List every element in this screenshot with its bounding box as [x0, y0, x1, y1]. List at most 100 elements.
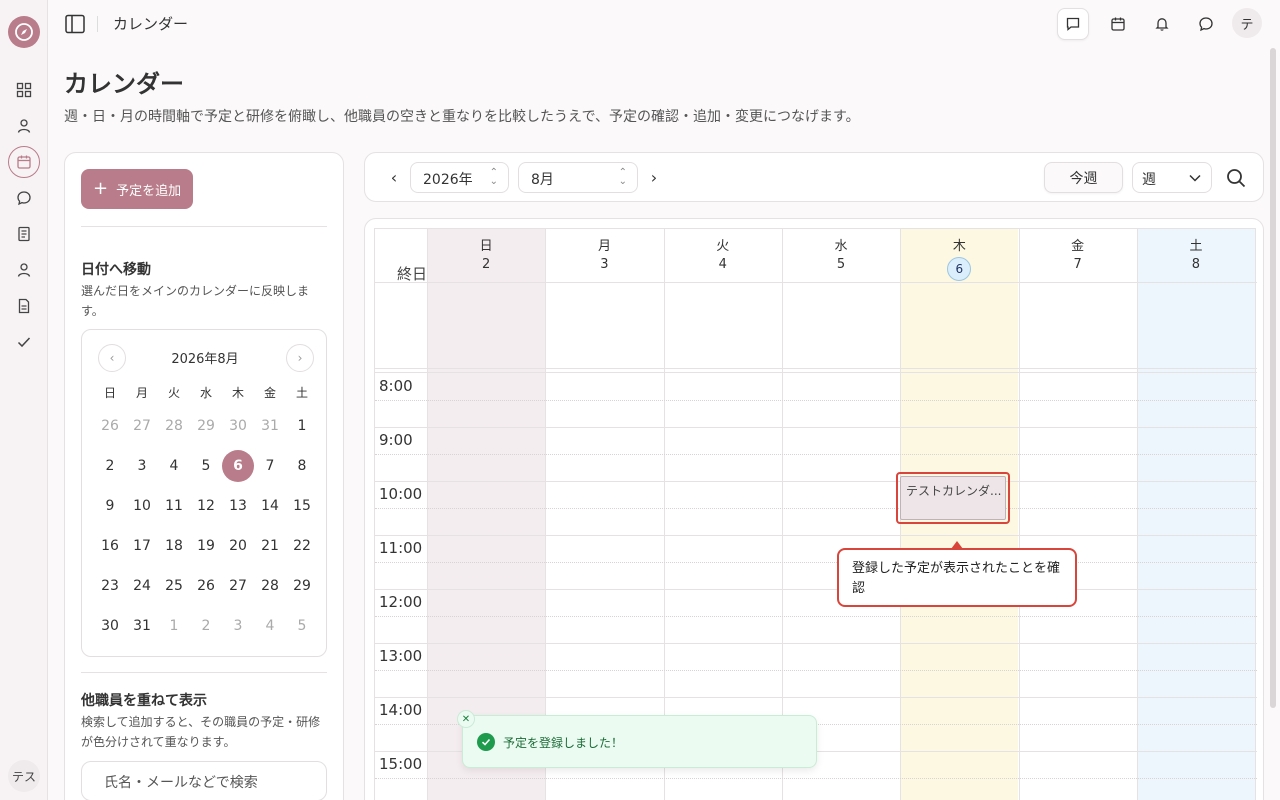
staff-search-input[interactable]: 氏名・メールなどで検索 [81, 761, 327, 800]
mini-calendar-day[interactable]: 2 [190, 606, 222, 646]
mini-calendar-day[interactable]: 5 [190, 446, 222, 486]
sidebar-toggle-icon[interactable] [64, 13, 86, 35]
weekday-header: 土 [295, 385, 308, 400]
mini-calendar-day[interactable]: 4 [158, 446, 190, 486]
account-avatar[interactable]: テ [1232, 8, 1262, 38]
mini-calendar-day[interactable]: 20 [222, 526, 254, 566]
mini-calendar-day[interactable]: 30 [94, 606, 126, 646]
mini-calendar-day[interactable]: 17 [126, 526, 158, 566]
user-avatar[interactable]: テス [8, 760, 40, 792]
mini-calendar-day[interactable]: 15 [286, 486, 318, 526]
user-icon[interactable] [12, 114, 36, 138]
mini-calendar-day[interactable]: 8 [286, 446, 318, 486]
next-month-button[interactable]: › [286, 344, 314, 372]
side-panel: + 予定を追加 日付へ移動 選んだ日をメインのカレンダーに反映します。 ‹ 20… [64, 152, 344, 800]
mini-calendar-day[interactable]: 18 [158, 526, 190, 566]
mini-calendar-day[interactable]: 26 [190, 566, 222, 606]
mini-calendar-day[interactable]: 28 [254, 566, 286, 606]
add-event-button[interactable]: + 予定を追加 [81, 169, 193, 209]
day-header[interactable]: 木6 [900, 229, 1018, 283]
time-label: 14:00 [379, 701, 423, 719]
mini-calendar-day[interactable]: 22 [286, 526, 318, 566]
toast-close-button[interactable]: ✕ [457, 710, 475, 728]
mini-calendar-day[interactable]: 31 [126, 606, 158, 646]
mini-calendar-day[interactable]: 1 [158, 606, 190, 646]
mini-calendar-day[interactable]: 11 [158, 486, 190, 526]
day-number: 11 [165, 498, 183, 514]
mini-calendar-day[interactable]: 23 [94, 566, 126, 606]
grid-line [375, 368, 1257, 369]
mini-calendar-day[interactable]: 25 [158, 566, 190, 606]
this-week-button[interactable]: 今週 [1044, 162, 1123, 193]
prev-week-button[interactable]: ‹ [382, 165, 406, 189]
mini-calendar-day[interactable]: 28 [158, 406, 190, 446]
mini-calendar-day[interactable]: 4 [254, 606, 286, 646]
staff-icon[interactable] [12, 258, 36, 282]
grid-line [375, 454, 1257, 455]
dashboard-icon[interactable] [12, 78, 36, 102]
calendar-button[interactable] [1102, 8, 1134, 40]
month-select[interactable]: 8月 ⌃ ⌄ [518, 162, 638, 193]
grid-line [427, 229, 428, 800]
mini-calendar-day[interactable]: 19 [190, 526, 222, 566]
mini-calendar-day[interactable]: 31 [254, 406, 286, 446]
check-icon[interactable] [12, 330, 36, 354]
day-header[interactable]: 火4 [664, 229, 782, 283]
mini-calendar-day[interactable]: 13 [222, 486, 254, 526]
feedback-button[interactable] [1057, 8, 1089, 40]
mini-calendar-day[interactable]: 26 [94, 406, 126, 446]
close-icon: ✕ [461, 713, 471, 725]
mini-calendar-day[interactable]: 3 [222, 606, 254, 646]
next-week-button[interactable]: › [642, 165, 666, 189]
grid-line [375, 282, 1257, 283]
day-header[interactable]: 日2 [427, 229, 545, 283]
notifications-button[interactable] [1146, 8, 1178, 40]
day-header[interactable]: 土8 [1137, 229, 1255, 283]
day-number: 3 [137, 458, 147, 474]
weekday-name: 水 [834, 239, 848, 254]
weekday-header: 月 [135, 385, 148, 400]
mini-calendar-day[interactable]: 7 [254, 446, 286, 486]
mini-calendar-day[interactable]: 10 [126, 486, 158, 526]
calendar-event[interactable]: テストカレンダ... [900, 476, 1006, 520]
grid-line [375, 562, 1257, 563]
mini-calendar-day[interactable]: 16 [94, 526, 126, 566]
mini-calendar-day[interactable]: 29 [190, 406, 222, 446]
mini-calendar-day[interactable]: 3 [126, 446, 158, 486]
chevron-right-icon: › [297, 351, 303, 365]
search-button[interactable] [1225, 167, 1247, 189]
chat-icon[interactable] [12, 186, 36, 210]
day-header[interactable]: 月3 [545, 229, 663, 283]
notes-icon[interactable] [12, 222, 36, 246]
weekday-header: 金 [263, 385, 276, 400]
mini-calendar-day[interactable]: 12 [190, 486, 222, 526]
mini-calendar-day[interactable]: 6 [222, 446, 254, 486]
page-scrollbar[interactable] [1270, 48, 1276, 708]
year-select[interactable]: 2026年 ⌃ ⌄ [410, 162, 509, 193]
day-number: 1 [297, 418, 307, 434]
mini-calendar-day[interactable]: 29 [286, 566, 318, 606]
day-header[interactable]: 金7 [1019, 229, 1137, 283]
day-header[interactable]: 水5 [782, 229, 900, 283]
mini-calendar-day[interactable]: 27 [222, 566, 254, 606]
calendar-nav-icon[interactable] [8, 146, 40, 178]
mini-calendar-day[interactable]: 27 [126, 406, 158, 446]
chat-button[interactable] [1190, 8, 1222, 40]
mini-calendar-day[interactable]: 14 [254, 486, 286, 526]
mini-calendar-day[interactable]: 21 [254, 526, 286, 566]
event-highlight[interactable]: テストカレンダ... [896, 472, 1010, 524]
calendar-icon [1111, 17, 1125, 31]
day-number: 26 [197, 578, 215, 594]
day-number: 21 [261, 538, 279, 554]
mini-calendar-day[interactable]: 2 [94, 446, 126, 486]
document-icon[interactable] [12, 294, 36, 318]
mini-calendar-day[interactable]: 9 [94, 486, 126, 526]
grid-line [375, 670, 1257, 671]
app-logo[interactable] [8, 16, 40, 48]
mini-calendar-day[interactable]: 1 [286, 406, 318, 446]
view-select[interactable]: 週 [1132, 162, 1212, 193]
day-date: 8 [1137, 257, 1255, 272]
mini-calendar-day[interactable]: 30 [222, 406, 254, 446]
mini-calendar-day[interactable]: 5 [286, 606, 318, 646]
mini-calendar-day[interactable]: 24 [126, 566, 158, 606]
